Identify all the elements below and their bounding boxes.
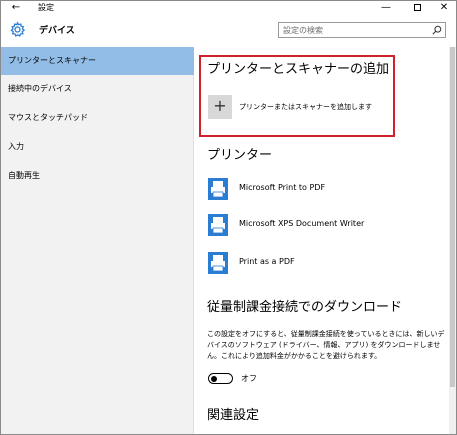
maximize-icon xyxy=(413,4,421,11)
add-printers-heading: プリンターとスキャナーの追加 xyxy=(207,62,390,77)
sidebar-item-mouse-touchpad[interactable]: マウスとタッチパッド xyxy=(1,104,194,132)
back-button[interactable]: ← xyxy=(7,1,25,15)
sidebar-item-printers-scanners[interactable]: プリンターとスキャナー xyxy=(1,47,194,75)
close-button[interactable]: ✕ xyxy=(433,1,455,15)
printer-item[interactable]: Microsoft Print to PDF xyxy=(207,177,437,203)
printer-name: Microsoft XPS Document Writer xyxy=(239,219,365,228)
metered-download-heading: 従量制課金接続でのダウンロード xyxy=(207,300,403,315)
page-title: デバイス xyxy=(39,26,75,36)
title-bar: ← 設定 — ✕ xyxy=(1,1,456,15)
printer-name: Microsoft Print to PDF xyxy=(239,183,326,192)
maximize-button[interactable] xyxy=(406,1,428,15)
sidebar-item-connected-devices[interactable]: 接続中のデバイス xyxy=(1,75,194,103)
search-icon[interactable] xyxy=(432,25,442,35)
sidebar-item-autoplay[interactable]: 自動再生 xyxy=(1,162,194,190)
related-settings-heading: 関連設定 xyxy=(207,408,260,423)
scrollbar[interactable] xyxy=(449,47,456,434)
add-device-button[interactable]: + xyxy=(208,95,232,119)
printer-icon xyxy=(208,214,228,236)
window-title: 設定 xyxy=(38,3,54,12)
search-input[interactable] xyxy=(279,23,429,37)
metered-download-toggle[interactable] xyxy=(208,373,233,384)
printer-item[interactable]: Microsoft XPS Document Writer xyxy=(207,213,437,239)
minimize-button[interactable]: — xyxy=(375,1,397,15)
toggle-state-label: オフ xyxy=(241,374,257,383)
sidebar: プリンターとスキャナー 接続中のデバイス マウスとタッチパッド 入力 自動再生 xyxy=(1,47,194,434)
settings-window: ← 設定 — ✕ デバイス プリンターとスキャナー 接続中のデバイス マウスとタ… xyxy=(0,0,457,435)
toggle-knob xyxy=(211,375,217,382)
main-content: プリンターとスキャナーの追加 + プリンターまたはスキャナーを追加します プリン… xyxy=(195,47,448,434)
printer-icon xyxy=(208,252,228,274)
printers-heading: プリンター xyxy=(207,148,273,163)
scrollbar-thumb[interactable] xyxy=(450,47,455,387)
gear-icon xyxy=(10,21,26,37)
page-header: デバイス xyxy=(1,15,456,47)
printer-item[interactable]: Print as a PDF xyxy=(207,251,437,277)
sidebar-item-input[interactable]: 入力 xyxy=(1,133,194,161)
search-box[interactable] xyxy=(278,22,446,38)
metered-download-description: この設定をオフにすると、従量制課金接続を使っているときには、新しいデバイスのソフ… xyxy=(207,330,445,360)
add-device-label[interactable]: プリンターまたはスキャナーを追加します xyxy=(239,101,372,113)
printer-icon xyxy=(208,178,228,200)
printer-name: Print as a PDF xyxy=(239,257,295,266)
